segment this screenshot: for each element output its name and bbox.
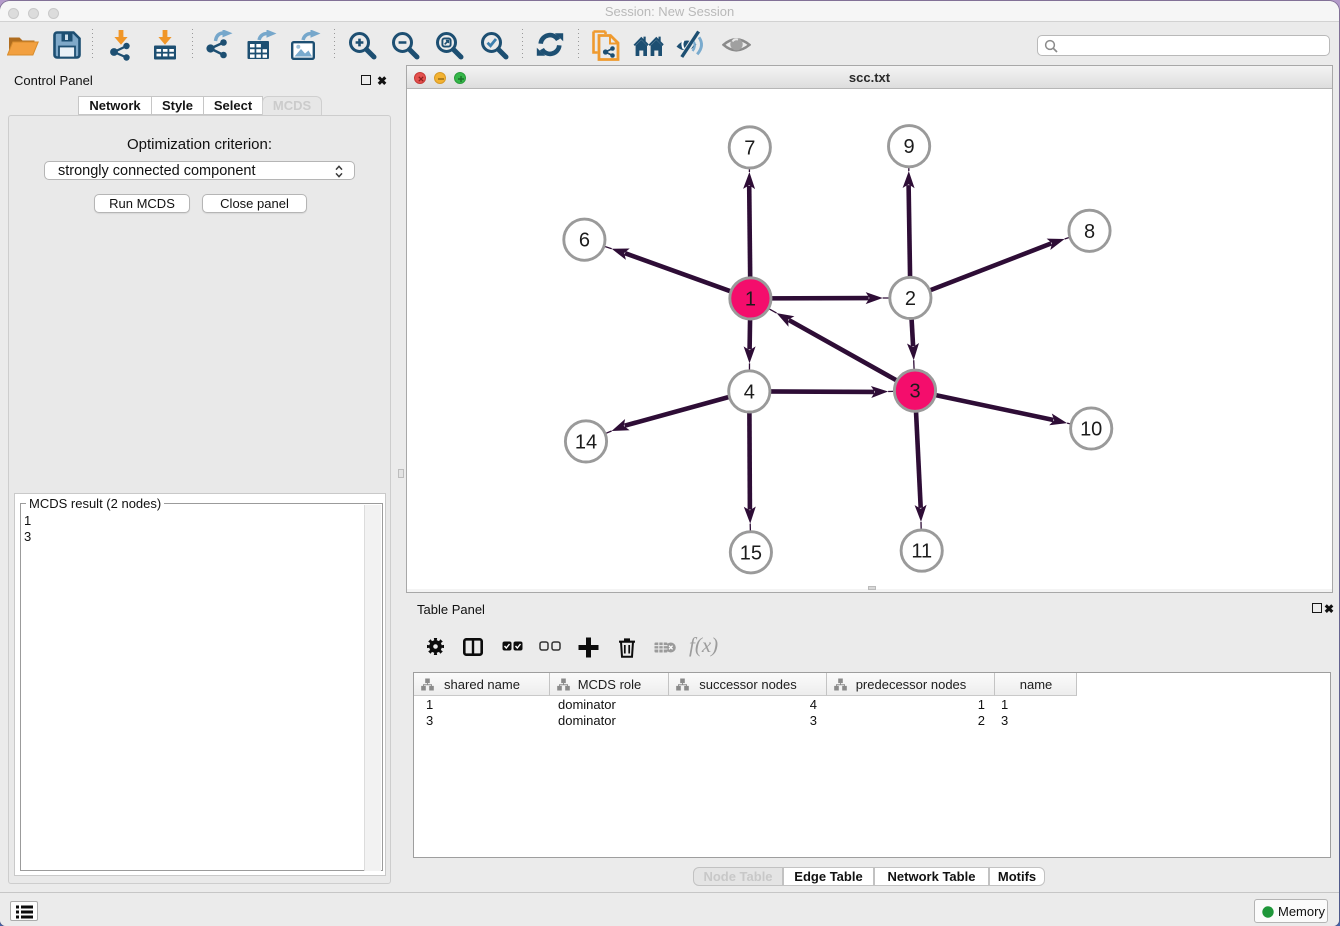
svg-text:14: 14 xyxy=(575,431,597,453)
svg-text:15: 15 xyxy=(740,542,762,564)
svg-text:6: 6 xyxy=(579,230,590,252)
svg-text:3: 3 xyxy=(909,381,920,403)
svg-text:9: 9 xyxy=(904,136,915,158)
svg-text:2: 2 xyxy=(905,288,916,310)
svg-text:4: 4 xyxy=(744,381,755,403)
svg-text:7: 7 xyxy=(744,137,755,159)
svg-text:10: 10 xyxy=(1080,419,1102,441)
svg-text:11: 11 xyxy=(911,541,932,563)
svg-text:8: 8 xyxy=(1084,221,1095,243)
svg-text:1: 1 xyxy=(745,288,756,310)
